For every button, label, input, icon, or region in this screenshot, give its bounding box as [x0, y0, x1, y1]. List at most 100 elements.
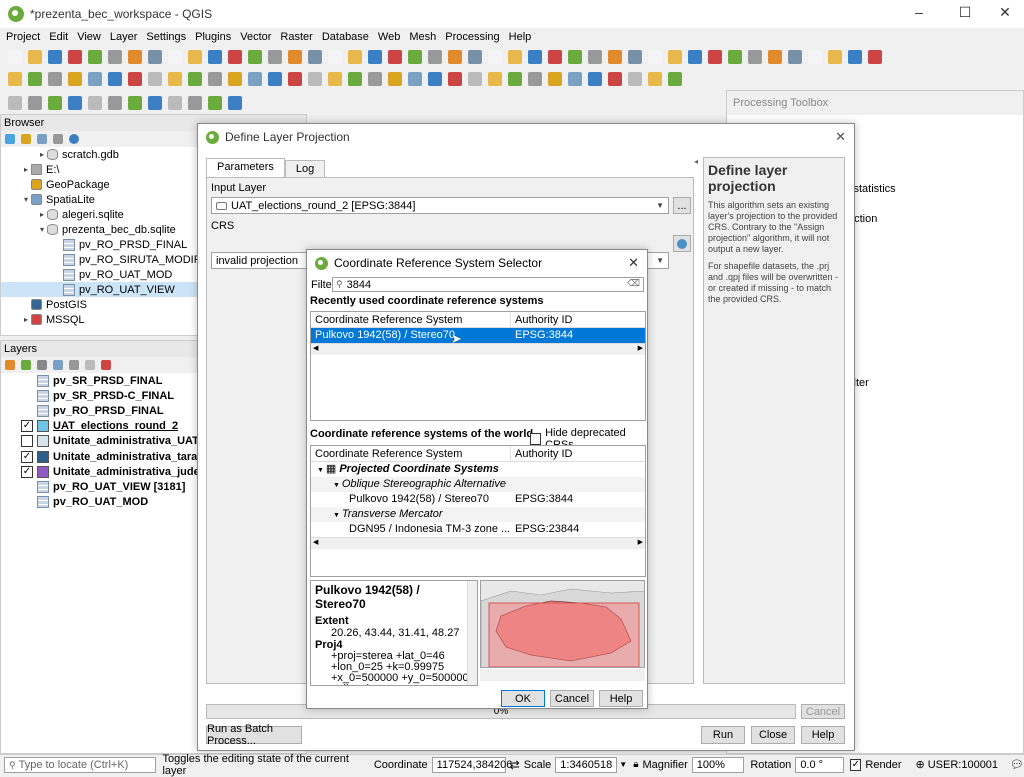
- toolbar-tool-icon[interactable]: [208, 50, 222, 64]
- toolbar-tool-icon[interactable]: [308, 50, 322, 64]
- toolbar-tool-icon[interactable]: [108, 72, 122, 86]
- toolbar-tool-icon[interactable]: [48, 72, 62, 86]
- filter-icon[interactable]: [37, 134, 47, 144]
- table-row[interactable]: DGN95 / Indonesia TM-3 zone ... EPSG:2384…: [311, 522, 645, 537]
- map-scrollbar[interactable]: [480, 669, 645, 681]
- layer-visibility-checkbox[interactable]: ✓: [21, 465, 33, 478]
- toolbar-tool-icon[interactable]: [548, 50, 562, 64]
- toolbar-tool-icon[interactable]: [408, 72, 422, 86]
- close-icon[interactable]: ✕: [628, 255, 639, 271]
- toolbar-tool-icon[interactable]: [48, 50, 62, 64]
- toolbar-tool-icon[interactable]: [388, 72, 402, 86]
- menu-mesh[interactable]: Mesh: [409, 31, 436, 43]
- toolbar-tool-icon[interactable]: [648, 50, 662, 64]
- rotation-field[interactable]: 0.0 °: [795, 756, 845, 773]
- expand-all-icon[interactable]: [69, 360, 79, 370]
- toolbar-tool-icon[interactable]: [368, 72, 382, 86]
- toolbox-fragment-1[interactable]: l statistics: [848, 183, 896, 195]
- manage-visibility-icon[interactable]: [37, 360, 47, 370]
- toolbar-tool-icon[interactable]: [468, 50, 482, 64]
- toolbar-tool-icon[interactable]: [48, 96, 62, 110]
- tab-parameters[interactable]: Parameters: [206, 158, 285, 177]
- toggle-extents-icon[interactable]: ⇄: [510, 758, 520, 772]
- collapse-help-icon[interactable]: ◂: [694, 157, 698, 166]
- scroll-right-icon[interactable]: ▶: [638, 538, 643, 546]
- table-row[interactable]: ▼ Oblique Stereographic Alternative: [311, 477, 645, 492]
- toolbar-tool-icon[interactable]: [668, 72, 682, 86]
- toolbar-tool-icon[interactable]: [688, 50, 702, 64]
- expander-icon[interactable]: ▼: [333, 482, 342, 489]
- toolbar-tool-icon[interactable]: [328, 72, 342, 86]
- toolbar-tool-icon[interactable]: [28, 50, 42, 64]
- toolbar-tool-icon[interactable]: [268, 50, 282, 64]
- collapse-all-icon[interactable]: [85, 360, 95, 370]
- toolbar-tool-icon[interactable]: [88, 72, 102, 86]
- toolbar-tool-icon[interactable]: [88, 96, 102, 110]
- toolbar-tool-icon[interactable]: [748, 50, 762, 64]
- close-icon[interactable]: ✕: [835, 129, 846, 145]
- world-horizontal-scrollbar[interactable]: ◀ ▶: [311, 537, 645, 549]
- toolbar-tool-icon[interactable]: [408, 50, 422, 64]
- toolbar-tool-icon[interactable]: [708, 50, 722, 64]
- toolbar-tool-icon[interactable]: [528, 50, 542, 64]
- browse-layer-button[interactable]: ...: [673, 197, 691, 214]
- clear-filter-icon[interactable]: ⌫: [627, 278, 640, 289]
- collapse-all-icon[interactable]: [53, 134, 63, 144]
- menu-processing[interactable]: Processing: [445, 31, 499, 43]
- menu-edit[interactable]: Edit: [49, 31, 68, 43]
- expander-icon[interactable]: ▸: [37, 210, 47, 219]
- remove-layer-icon[interactable]: [101, 360, 111, 370]
- toolbar-tool-icon[interactable]: [228, 72, 242, 86]
- toolbar-tool-icon[interactable]: [8, 50, 22, 64]
- toolbar-tool-icon[interactable]: [468, 72, 482, 86]
- toolbar-tool-icon[interactable]: [528, 72, 542, 86]
- render-checkbox[interactable]: ✓: [850, 758, 862, 771]
- toolbar-tool-icon[interactable]: [168, 72, 182, 86]
- toolbar-tool-icon[interactable]: [488, 72, 502, 86]
- toolbar-tool-icon[interactable]: [168, 50, 182, 64]
- help-button[interactable]: Help: [599, 690, 643, 707]
- magnifier-field[interactable]: 100%: [691, 756, 745, 773]
- minimize-button[interactable]: –: [904, 4, 934, 20]
- toolbar-tool-icon[interactable]: [108, 50, 122, 64]
- menu-database[interactable]: Database: [322, 31, 369, 43]
- toolbar-tool-icon[interactable]: [68, 50, 82, 64]
- locator-input[interactable]: ⚲ Type to locate (Ctrl+K): [4, 756, 157, 773]
- toolbar-tool-icon[interactable]: [288, 72, 302, 86]
- menu-vector[interactable]: Vector: [240, 31, 271, 43]
- toolbar-tool-icon[interactable]: [188, 96, 202, 110]
- toolbar-tool-icon[interactable]: [488, 50, 502, 64]
- menu-project[interactable]: Project: [6, 31, 40, 43]
- tab-log[interactable]: Log: [284, 160, 326, 177]
- toolbar-tool-icon[interactable]: [308, 72, 322, 86]
- toolbar-tool-icon[interactable]: [728, 50, 742, 64]
- toolbar-tool-icon[interactable]: [448, 50, 462, 64]
- toolbar-tool-icon[interactable]: [288, 50, 302, 64]
- column-crs[interactable]: Coordinate Reference System: [311, 446, 511, 461]
- toolbar-tool-icon[interactable]: [188, 72, 202, 86]
- expander-icon[interactable]: ▼: [333, 512, 342, 519]
- scroll-left-icon[interactable]: ◀: [313, 344, 318, 352]
- recent-horizontal-scrollbar[interactable]: ◀ ▶: [311, 343, 645, 355]
- chevron-down-icon[interactable]: ▼: [619, 760, 627, 769]
- layer-visibility-checkbox[interactable]: ✓: [21, 420, 33, 433]
- toolbar-tool-icon[interactable]: [608, 50, 622, 64]
- toolbar-tool-icon[interactable]: [228, 96, 242, 110]
- toolbar-tool-icon[interactable]: [348, 50, 362, 64]
- toolbar-tool-icon[interactable]: [368, 50, 382, 64]
- toolbar-tool-icon[interactable]: [88, 50, 102, 64]
- refresh-icon[interactable]: [5, 134, 15, 144]
- toolbar-tool-icon[interactable]: [428, 72, 442, 86]
- crs-globe-icon[interactable]: ⊕: [916, 758, 925, 771]
- scale-field[interactable]: 1:3460518: [555, 756, 618, 773]
- toolbar-tool-icon[interactable]: [428, 50, 442, 64]
- ok-button[interactable]: OK: [501, 690, 545, 707]
- column-authority[interactable]: Authority ID: [511, 312, 645, 327]
- expander-icon[interactable]: ▸: [21, 315, 31, 324]
- coordinate-field[interactable]: 117524,384206: [431, 756, 512, 773]
- expander-icon[interactable]: ▸: [21, 165, 31, 174]
- toolbar-tool-icon[interactable]: [508, 50, 522, 64]
- cancel-progress-button[interactable]: Cancel: [801, 704, 845, 719]
- column-authority[interactable]: Authority ID: [511, 446, 645, 461]
- run-batch-button[interactable]: Run as Batch Process...: [206, 723, 302, 747]
